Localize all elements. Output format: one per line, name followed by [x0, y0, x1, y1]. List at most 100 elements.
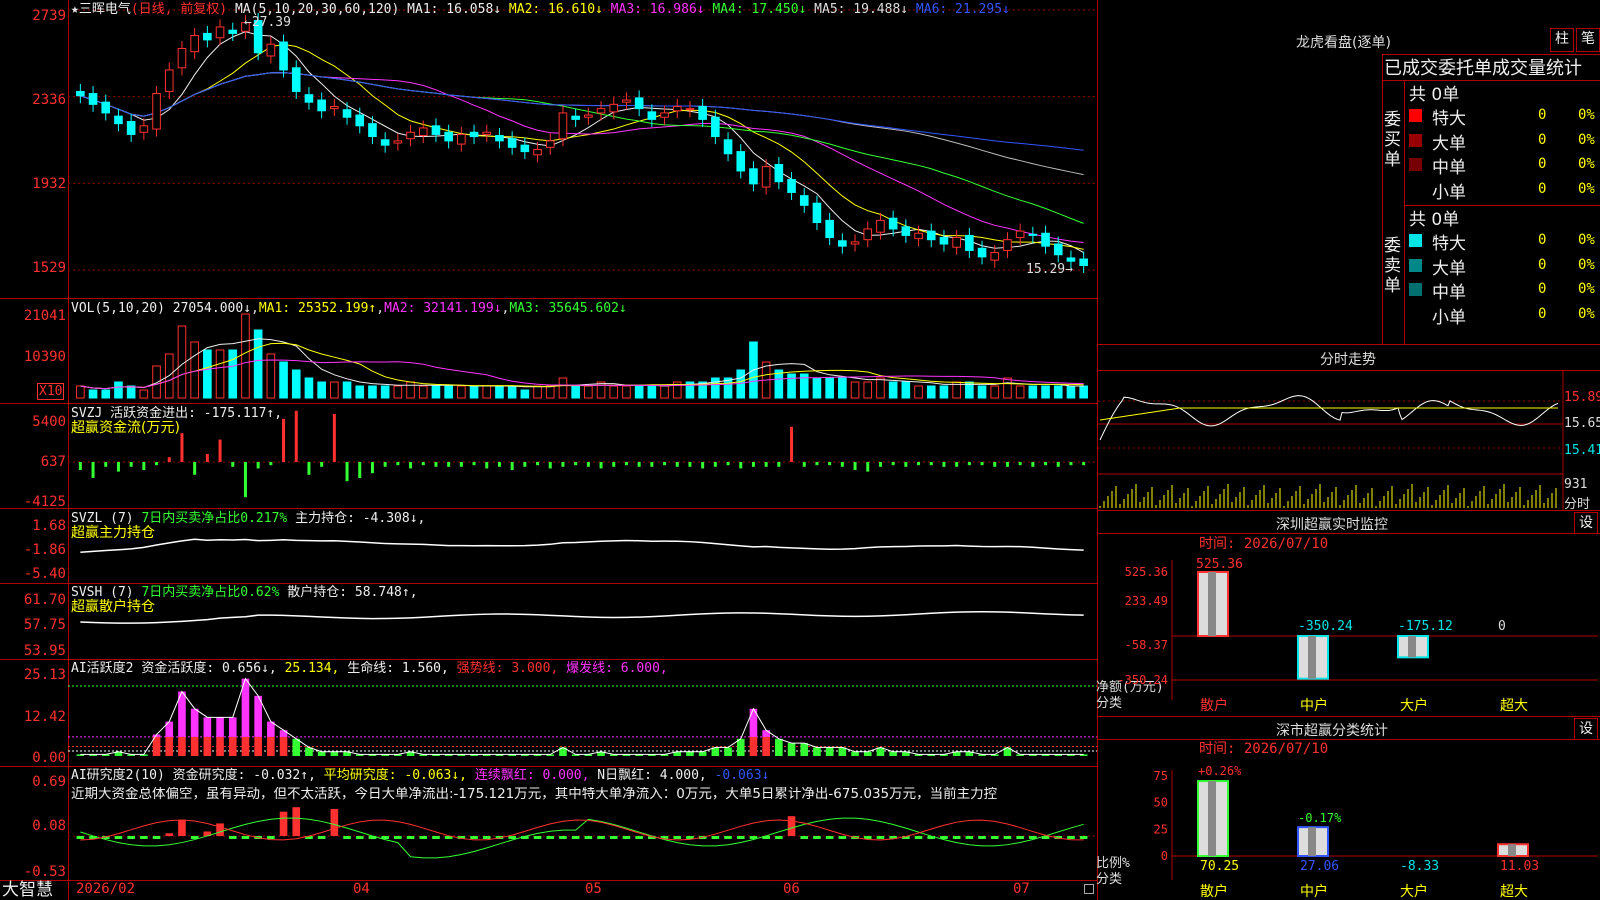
candle-body: [203, 32, 212, 41]
svzj-bar: [536, 462, 540, 466]
candle-body: [431, 125, 441, 135]
svzj-bar: [256, 462, 260, 469]
activity-bar: [851, 751, 859, 756]
svzj-bar: [929, 462, 933, 466]
volume-bar: [495, 385, 504, 399]
svzj-bar: [802, 462, 806, 467]
volume-bar: [241, 313, 250, 399]
research-bar: [711, 836, 720, 839]
svzj-bar: [561, 462, 565, 467]
volume-bar: [571, 385, 580, 399]
lock-icon[interactable]: [1084, 884, 1094, 894]
monitor-axis-label: -58.37: [1125, 638, 1168, 652]
ma-line: [80, 72, 1084, 176]
candle-body: [304, 94, 314, 103]
activity-bar: [152, 736, 161, 756]
research-bar: [355, 836, 364, 839]
svzj-bar: [586, 462, 590, 467]
activity-bar-burst: [203, 717, 212, 737]
svzj-bar: [815, 462, 819, 466]
svzj-bar: [701, 462, 705, 469]
svzj-bar: [447, 462, 451, 467]
research-bar: [165, 833, 174, 836]
research-bar: [914, 836, 923, 839]
volume-bar: [888, 381, 898, 399]
price-axis-label: 1529: [32, 260, 66, 276]
time-axis-label: 06: [783, 881, 800, 897]
time-axis-label: 2026/02: [76, 881, 136, 897]
svzj-bar: [307, 462, 311, 475]
svzj-bar: [726, 462, 730, 466]
candle-body: [279, 41, 288, 71]
activity-bar: [889, 751, 897, 756]
volume-bar: [1066, 385, 1076, 399]
volume-bar: [406, 381, 415, 399]
svzj-bar: [1044, 462, 1048, 466]
monitor-value-label: -175.12: [1398, 619, 1453, 634]
candle-body: [457, 133, 466, 145]
activity-bar: [825, 747, 834, 756]
candle-body: [749, 168, 758, 185]
chart-canvas[interactable]: [0, 0, 1098, 900]
candle-body: [622, 99, 631, 103]
svzj-bar: [332, 414, 336, 462]
activity-bar: [736, 738, 745, 756]
monitor-axis-label: 233.49: [1125, 594, 1168, 608]
research-bar: [419, 836, 428, 839]
volume-bar: [939, 385, 949, 399]
candle-body: [469, 131, 479, 138]
svzj-bar: [663, 462, 667, 466]
candle-body: [609, 103, 619, 113]
stats2-axis-label: 0: [1161, 849, 1168, 863]
research-bar: [876, 836, 885, 839]
svzj-bar: [612, 462, 616, 467]
svzj-bar: [891, 462, 895, 466]
volume-bar: [317, 381, 326, 399]
ai2-nred: N日飘红: 4.000,: [597, 768, 707, 783]
ai1-burst: 爆发线: 6.000,: [566, 661, 668, 676]
candle-body: [799, 195, 809, 206]
volume-bar: [558, 377, 568, 399]
chart-mode: (日线, 前复权): [130, 2, 228, 17]
volume-bar: [876, 377, 885, 399]
activity-bar: [787, 743, 796, 756]
candle-body: [342, 109, 352, 118]
activity-bar: [698, 751, 707, 756]
stats2-value-label: -8.33: [1400, 859, 1439, 874]
svzj-axis-label: 5400: [32, 414, 66, 430]
volume-bar: [469, 385, 479, 399]
candle-body: [114, 115, 123, 125]
candle-body: [228, 29, 238, 34]
monitor-category-label: 超大: [1500, 698, 1528, 714]
candle-body: [926, 230, 936, 241]
svzj-bar: [853, 462, 857, 470]
ai2-red: 连续飘红: 0.000,: [474, 768, 590, 783]
volume-bar: [101, 389, 111, 399]
brand-label: 大智慧: [2, 880, 53, 900]
research-bar: [736, 836, 745, 839]
activity-bar-burst: [279, 730, 288, 737]
candle-body: [584, 114, 593, 118]
volume-bar: [926, 385, 936, 399]
volume-bar: [139, 389, 149, 399]
volume-bar: [393, 385, 403, 399]
svzj-bar: [358, 462, 362, 478]
svzj-bar: [383, 462, 387, 467]
activity-bar: [724, 747, 732, 756]
candle-body: [190, 35, 199, 53]
svzj-bar: [167, 457, 171, 462]
svzj-bar: [218, 439, 222, 462]
research-bar: [635, 836, 643, 839]
volume-bar: [203, 349, 212, 399]
activity-bar-burst: [228, 717, 237, 737]
activity-bar: [863, 751, 872, 756]
research-bar: [127, 836, 135, 839]
svzj-bar: [116, 462, 120, 472]
main-chart-area[interactable]: ★三晖电气(日线, 前复权) MA(5,10,20,30,60,120) MA1…: [0, 0, 1098, 900]
vol-ma2: MA2: 32141.199↓: [384, 301, 502, 316]
research-bar: [965, 836, 974, 839]
stock-title[interactable]: ★三晖电气: [71, 2, 131, 17]
volume-bar: [850, 381, 860, 399]
candle-body: [76, 90, 85, 97]
intraday-price-line: [1099, 395, 1559, 441]
